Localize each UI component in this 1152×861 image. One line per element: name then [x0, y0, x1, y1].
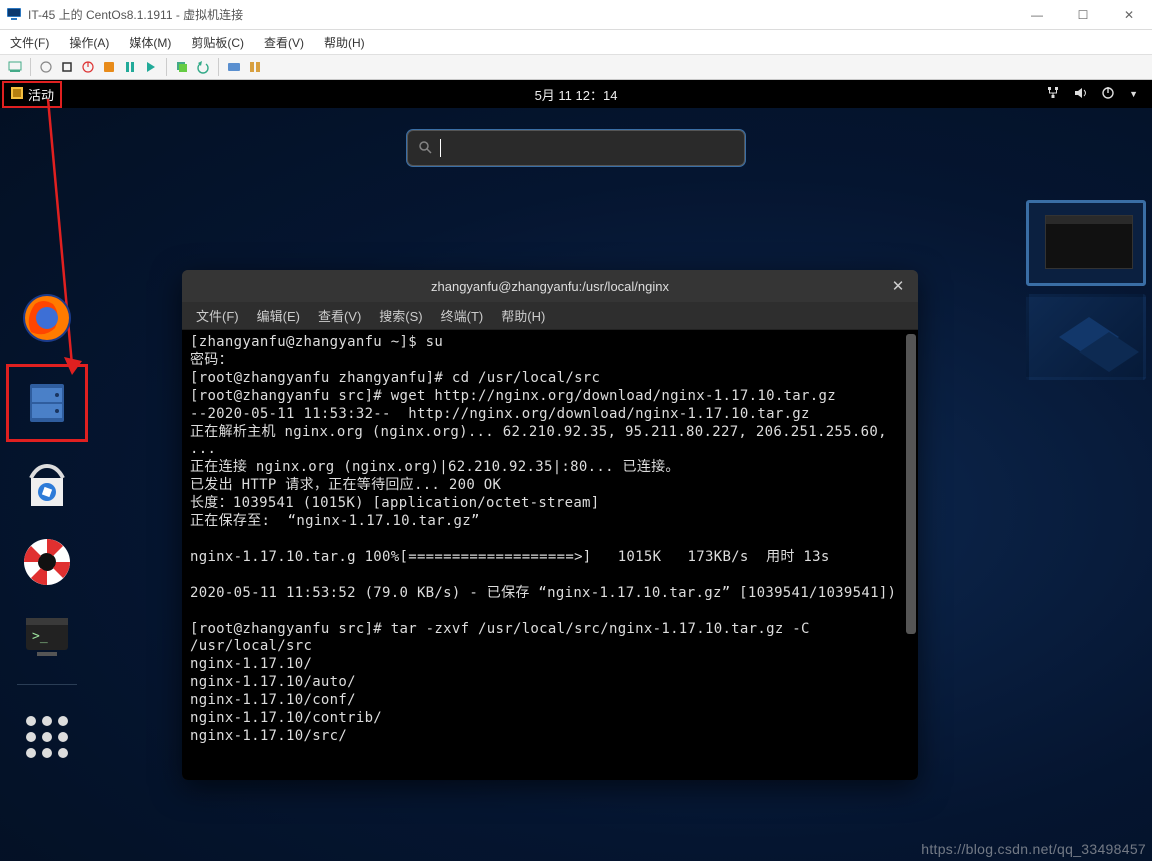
maximize-button[interactable]: ☐	[1060, 0, 1106, 30]
terminal-icon[interactable]: >_	[19, 608, 75, 664]
checkpoint-icon[interactable]	[173, 58, 191, 76]
ctrl-alt-del-icon[interactable]	[6, 58, 24, 76]
activities-label: 活动	[28, 85, 54, 104]
vm-desktop: 活动 5月 11 12：14 ▼	[0, 80, 1152, 861]
terminal-titlebar[interactable]: zhangyanfu@zhangyanfu:/usr/local/nginx ✕	[182, 270, 918, 302]
terminal-output[interactable]: [zhangyanfu@zhangyanfu ~]$ su 密码： [root@…	[182, 330, 918, 780]
term-menu-help[interactable]: 帮助(H)	[501, 306, 545, 325]
enhanced-icon[interactable]	[225, 58, 243, 76]
workspace-1[interactable]	[1026, 200, 1146, 286]
dash: >_	[8, 290, 86, 765]
clock[interactable]: 5月 11 12：14	[535, 85, 618, 104]
term-menu-terminal[interactable]: 终端(T)	[441, 306, 484, 325]
shutdown-icon[interactable]	[79, 58, 97, 76]
host-titlebar: IT-45 上的 CentOs8.1.1911 - 虚拟机连接 — ☐ ✕	[0, 0, 1152, 30]
files-icon[interactable]	[19, 375, 75, 431]
terminal-title: zhangyanfu@zhangyanfu:/usr/local/nginx	[431, 279, 669, 294]
turnoff-icon[interactable]	[58, 58, 76, 76]
network-icon[interactable]	[1045, 86, 1061, 103]
gnome-top-bar: 活动 5月 11 12：14 ▼	[0, 80, 1152, 108]
term-menu-file[interactable]: 文件(F)	[196, 306, 239, 325]
share-icon[interactable]	[246, 58, 264, 76]
menu-clipboard[interactable]: 剪贴板(C)	[191, 34, 244, 51]
terminal-menubar: 文件(F) 编辑(E) 查看(V) 搜索(S) 终端(T) 帮助(H)	[182, 302, 918, 330]
files-icon-highlight	[6, 364, 88, 442]
power-icon[interactable]	[1101, 86, 1117, 103]
preferences-icon	[10, 86, 24, 103]
menu-view[interactable]: 查看(V)	[264, 34, 304, 51]
workspace-switcher	[1026, 200, 1146, 380]
revert-icon[interactable]	[194, 58, 212, 76]
volume-icon[interactable]	[1073, 86, 1089, 103]
menu-help[interactable]: 帮助(H)	[324, 34, 365, 51]
system-tray[interactable]: ▼	[1045, 86, 1152, 103]
search-icon	[418, 140, 432, 157]
workspace-2[interactable]	[1026, 294, 1146, 380]
activities-button[interactable]: 活动	[2, 81, 62, 108]
terminal-close-button[interactable]: ✕	[888, 276, 908, 296]
host-toolbar	[0, 54, 1152, 80]
host-title: IT-45 上的 CentOs8.1.1911 - 虚拟机连接	[28, 6, 243, 23]
start-icon[interactable]	[37, 58, 55, 76]
firefox-icon[interactable]	[19, 290, 75, 346]
terminal-window: zhangyanfu@zhangyanfu:/usr/local/nginx ✕…	[182, 270, 918, 780]
software-icon[interactable]	[19, 460, 75, 516]
chevron-down-icon: ▼	[1129, 89, 1138, 99]
help-icon[interactable]	[19, 534, 75, 590]
minimize-button[interactable]: —	[1014, 0, 1060, 30]
menu-file[interactable]: 文件(F)	[10, 34, 49, 51]
host-menubar: 文件(F) 操作(A) 媒体(M) 剪贴板(C) 查看(V) 帮助(H)	[0, 30, 1152, 54]
term-menu-view[interactable]: 查看(V)	[318, 306, 361, 325]
reset-icon[interactable]	[142, 58, 160, 76]
save-icon[interactable]	[100, 58, 118, 76]
menu-media[interactable]: 媒体(M)	[129, 34, 171, 51]
term-menu-edit[interactable]: 编辑(E)	[257, 306, 300, 325]
vm-icon	[6, 5, 22, 24]
svg-text:>_: >_	[32, 629, 48, 644]
term-menu-search[interactable]: 搜索(S)	[379, 306, 422, 325]
watermark: https://blog.csdn.net/qq_33498457	[921, 841, 1146, 857]
window-close-button[interactable]: ✕	[1106, 0, 1152, 30]
pause-icon[interactable]	[121, 58, 139, 76]
activities-search[interactable]	[407, 130, 745, 166]
show-apps-icon[interactable]	[19, 709, 75, 765]
menu-action[interactable]: 操作(A)	[69, 34, 109, 51]
terminal-scrollbar[interactable]	[906, 334, 916, 634]
text-cursor	[440, 139, 441, 157]
dash-separator	[17, 684, 77, 685]
